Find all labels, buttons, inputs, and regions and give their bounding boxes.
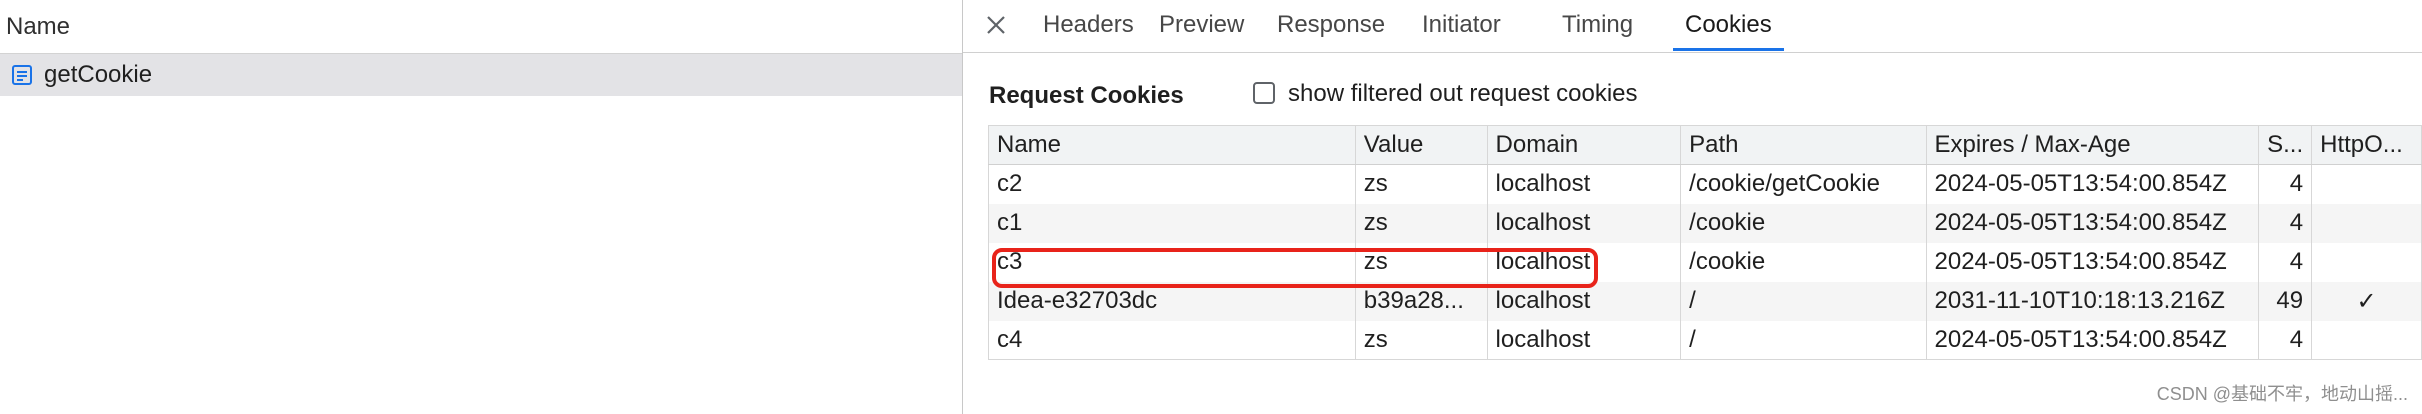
- tab-preview[interactable]: Preview: [1159, 0, 1244, 51]
- cookie-httponly: [2311, 203, 2422, 243]
- cookie-domain: localhost: [1486, 281, 1682, 321]
- details-tab-bar: Headers Preview Response Initiator Timin…: [963, 0, 2422, 53]
- request-row[interactable]: getCookie: [0, 54, 962, 96]
- table-row[interactable]: c3 zs localhost /cookie 2024-05-05T13:54…: [988, 242, 2422, 282]
- cookie-value: zs: [1354, 242, 1488, 282]
- cookie-httponly: [2311, 164, 2422, 204]
- cookie-expires: 2024-05-05T13:54:00.854Z: [1925, 164, 2260, 204]
- request-cookies-title: Request Cookies: [989, 82, 1184, 109]
- cookie-expires: 2031-11-10T10:18:13.216Z: [1925, 281, 2260, 321]
- cookie-path: /: [1680, 320, 1927, 360]
- cookie-size: 4: [2258, 203, 2313, 243]
- column-header-httponly[interactable]: HttpO...: [2311, 125, 2422, 165]
- cookie-httponly: ✓: [2311, 281, 2422, 321]
- watermark: CSDN @基础不牢，地动山摇...: [2156, 384, 2408, 404]
- cookie-expires: 2024-05-05T13:54:00.854Z: [1925, 242, 2260, 282]
- column-header-domain[interactable]: Domain: [1486, 125, 1682, 165]
- tab-response[interactable]: Response: [1277, 0, 1385, 51]
- show-filtered-checkbox[interactable]: [1253, 82, 1275, 104]
- show-filtered-label[interactable]: show filtered out request cookies: [1288, 80, 1638, 108]
- cookie-name: c4: [988, 320, 1356, 360]
- cookie-domain: localhost: [1486, 242, 1682, 282]
- cookie-domain: localhost: [1486, 164, 1682, 204]
- column-header-size[interactable]: S...: [2258, 125, 2313, 165]
- cookie-path: /: [1680, 281, 1927, 321]
- tab-headers[interactable]: Headers: [1043, 0, 1134, 51]
- table-header-row: Name Value Domain Path Expires / Max-Age…: [988, 125, 2422, 165]
- cookie-value: zs: [1354, 203, 1488, 243]
- request-list-header[interactable]: Name: [0, 0, 962, 54]
- cookie-path: /cookie: [1680, 242, 1927, 282]
- cookie-httponly: [2311, 242, 2422, 282]
- cookie-name: c1: [988, 203, 1356, 243]
- cookie-size: 49: [2258, 281, 2313, 321]
- cookie-value: b39a28...: [1354, 281, 1488, 321]
- cookie-value: zs: [1354, 320, 1488, 360]
- column-header-path[interactable]: Path: [1680, 125, 1927, 165]
- cookie-httponly: [2311, 320, 2422, 360]
- request-cookies-table: Name Value Domain Path Expires / Max-Age…: [988, 125, 2422, 360]
- table-row[interactable]: Idea-e32703dc b39a28... localhost / 2031…: [988, 281, 2422, 321]
- column-header-expires[interactable]: Expires / Max-Age: [1925, 125, 2260, 165]
- cookie-path: /cookie: [1680, 203, 1927, 243]
- cookie-size: 4: [2258, 242, 2313, 282]
- table-row[interactable]: c2 zs localhost /cookie/getCookie 2024-0…: [988, 164, 2422, 204]
- cookie-name: c2: [988, 164, 1356, 204]
- request-name: getCookie: [44, 61, 153, 88]
- tab-cookies[interactable]: Cookies: [1673, 0, 1784, 51]
- cookie-expires: 2024-05-05T13:54:00.854Z: [1925, 320, 2260, 360]
- cookie-domain: localhost: [1486, 320, 1682, 360]
- cookie-name: Idea-e32703dc: [988, 281, 1356, 321]
- document-icon: [10, 63, 34, 87]
- column-header-value[interactable]: Value: [1354, 125, 1488, 165]
- cookie-domain: localhost: [1486, 203, 1682, 243]
- tab-timing[interactable]: Timing: [1562, 0, 1633, 51]
- table-row[interactable]: c1 zs localhost /cookie 2024-05-05T13:54…: [988, 203, 2422, 243]
- cookie-path: /cookie/getCookie: [1680, 164, 1927, 204]
- cookie-name: c3: [988, 242, 1356, 282]
- close-details-button[interactable]: [983, 12, 1009, 38]
- cookie-size: 4: [2258, 320, 2313, 360]
- cookie-expires: 2024-05-05T13:54:00.854Z: [1925, 203, 2260, 243]
- cookie-size: 4: [2258, 164, 2313, 204]
- table-row[interactable]: c4 zs localhost / 2024-05-05T13:54:00.85…: [988, 320, 2422, 360]
- close-icon: [987, 16, 1005, 34]
- name-column-header[interactable]: Name: [6, 13, 70, 41]
- tab-initiator[interactable]: Initiator: [1422, 0, 1501, 51]
- details-pane: Headers Preview Response Initiator Timin…: [963, 0, 2422, 414]
- cookie-value: zs: [1354, 164, 1488, 204]
- request-list-pane: Name getCookie: [0, 0, 963, 414]
- column-header-name[interactable]: Name: [988, 125, 1356, 165]
